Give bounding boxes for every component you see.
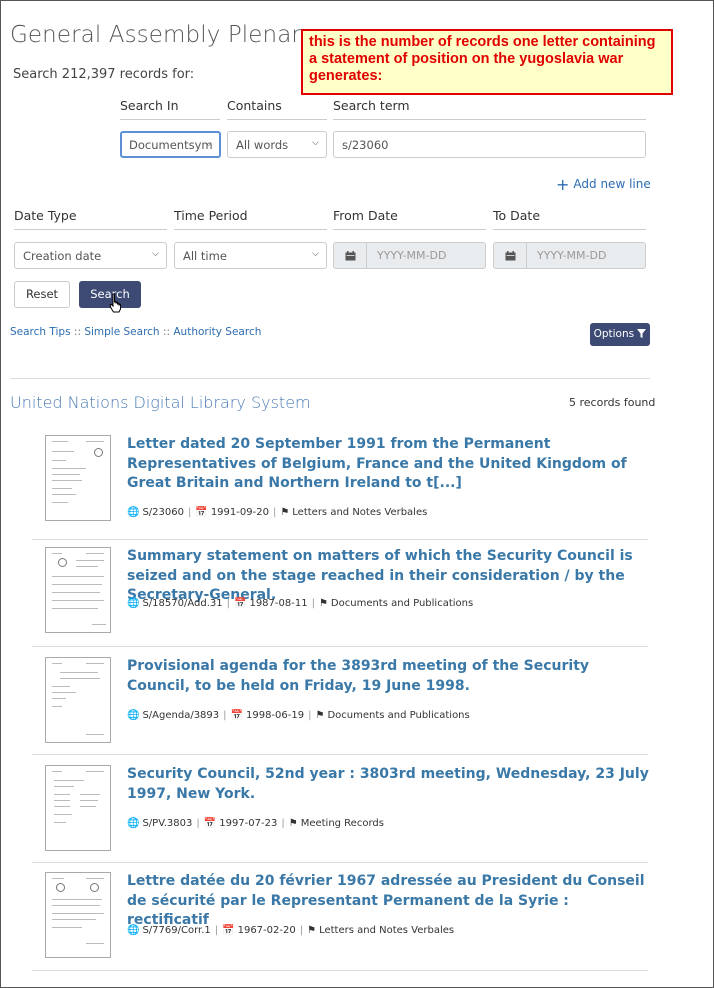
record-symbol: S/18570/Add.31 <box>142 598 223 609</box>
add-new-line-label: Add new line <box>573 177 651 191</box>
tag-icon: ⚑ <box>307 925 317 936</box>
date-type-value: Creation date <box>23 249 102 263</box>
record-title-link[interactable]: Provisional agenda for the 3893rd meetin… <box>127 657 652 696</box>
globe-icon: 🌐 <box>127 925 140 936</box>
record-meta: 🌐 S/23060 | 📅 1991-09-20 | ⚑ Letters and Notes … <box>127 507 428 518</box>
calendar-icon: 📅 <box>222 925 235 936</box>
plus-icon: + <box>556 175 570 194</box>
record-meta: 🌐 S/PV.3803 | 📅 1997-07-23 | ⚑ Meeting Records <box>127 818 384 829</box>
search-term-label: Search term <box>333 98 646 120</box>
search-tips-link[interactable]: Search Tips <box>10 326 71 338</box>
record-date: 1997-07-23 <box>219 818 278 829</box>
globe-icon: 🌐 <box>127 818 140 829</box>
link-separator: :: <box>73 326 81 338</box>
record-type: Documents and Publications <box>327 710 470 721</box>
record-title-link[interactable]: Letter dated 20 September 1991 from the … <box>127 435 652 494</box>
time-period-value: All time <box>183 249 227 263</box>
records-found-count: 5 records found <box>569 396 656 409</box>
search-in-select[interactable]: Documentsym ⌵ <box>120 131 221 158</box>
globe-icon: 🌐 <box>127 507 140 518</box>
time-period-label: Time Period <box>174 208 327 230</box>
record-type: Letters and Notes Verbales <box>319 925 455 936</box>
record-type: Letters and Notes Verbales <box>292 507 428 518</box>
search-links: Search Tips :: Simple Search :: Authorit… <box>10 326 261 338</box>
result-record: Lettre datée du 20 février 1967 adressée… <box>32 872 648 971</box>
search-in-label: Search In <box>120 98 220 120</box>
record-title-link[interactable]: Lettre datée du 20 février 1967 adressée… <box>127 872 652 931</box>
add-new-line-link[interactable]: + Add new line <box>556 175 651 194</box>
record-symbol: S/Agenda/3893 <box>142 710 220 721</box>
options-button[interactable]: Options <box>590 323 650 346</box>
result-record: Letter dated 20 September 1991 from the … <box>32 435 648 540</box>
calendar-icon <box>494 243 527 268</box>
calendar-icon: 📅 <box>230 710 243 721</box>
record-date: 1998-06-19 <box>245 710 305 721</box>
tag-icon: ⚑ <box>318 598 328 609</box>
date-type-select[interactable]: Creation date ⌵ <box>14 242 167 269</box>
document-thumbnail[interactable] <box>45 657 111 743</box>
page-title: General Assembly Plenary <box>10 22 315 48</box>
result-record: Provisional agenda for the 3893rd meetin… <box>32 657 648 755</box>
globe-icon: 🌐 <box>127 710 140 721</box>
date-type-label: Date Type <box>14 208 167 230</box>
divider <box>10 378 650 379</box>
contains-label: Contains <box>227 98 327 120</box>
calendar-icon <box>334 243 367 268</box>
reset-button[interactable]: Reset <box>14 281 70 308</box>
from-date-placeholder: YYYY-MM-DD <box>377 249 447 262</box>
record-type: Documents and Publications <box>330 598 474 609</box>
from-date-input[interactable]: YYYY-MM-DD <box>333 242 486 269</box>
tag-icon: ⚑ <box>288 818 298 829</box>
record-symbol: S/7769/Corr.1 <box>142 925 211 936</box>
to-date-input[interactable]: YYYY-MM-DD <box>493 242 646 269</box>
to-date-placeholder: YYYY-MM-DD <box>537 249 607 262</box>
record-title-link[interactable]: Summary statement on matters of which th… <box>127 547 652 606</box>
chevron-down-icon: ⌵ <box>152 249 159 259</box>
result-record: Security Council, 52nd year : 3803rd mee… <box>32 765 649 863</box>
record-date: 1967-02-20 <box>237 925 296 936</box>
record-meta: 🌐 S/7769/Corr.1 | 📅 1967-02-20 | ⚑ Letters and … <box>127 925 455 936</box>
result-record: Summary statement on matters of which th… <box>32 547 648 647</box>
authority-search-link[interactable]: Authority Search <box>173 326 261 338</box>
document-thumbnail[interactable] <box>45 547 111 633</box>
search-in-value: Documentsym <box>129 138 213 152</box>
results-section-title: United Nations Digital Library System <box>10 393 311 412</box>
record-date: 1991-09-20 <box>210 507 269 518</box>
record-symbol: S/PV.3803 <box>142 818 193 829</box>
record-meta: 🌐 S/18570/Add.31 | 📅 1987-08-11 | ⚑ Documents a… <box>127 598 474 609</box>
search-term-input[interactable]: s/23060 <box>333 131 646 158</box>
contains-value: All words <box>236 138 289 152</box>
record-date: 1987-08-11 <box>249 598 308 609</box>
tag-icon: ⚑ <box>280 507 290 518</box>
calendar-icon: 📅 <box>203 818 217 829</box>
document-thumbnail[interactable] <box>45 435 111 521</box>
from-date-label: From Date <box>333 208 486 230</box>
record-count-subtitle: Search 212,397 records for: <box>13 67 195 82</box>
globe-icon: 🌐 <box>127 598 140 609</box>
time-period-select[interactable]: All time ⌵ <box>174 242 327 269</box>
simple-search-link[interactable]: Simple Search <box>84 326 159 338</box>
tag-icon: ⚑ <box>315 710 325 721</box>
document-thumbnail[interactable] <box>45 872 111 958</box>
chevron-down-icon: ⌵ <box>205 139 212 149</box>
hand-cursor-icon <box>109 293 121 313</box>
options-label: Options <box>593 328 635 340</box>
search-term-value: s/23060 <box>342 138 389 152</box>
calendar-icon: 📅 <box>234 598 247 609</box>
record-type: Meeting Records <box>300 818 384 829</box>
filter-icon <box>637 329 647 338</box>
record-title-link[interactable]: Security Council, 52nd year : 3803rd mee… <box>127 765 652 804</box>
document-thumbnail[interactable] <box>45 765 111 851</box>
record-meta: 🌐 S/Agenda/3893 | 📅 1998-06-19 | ⚑ Documents an… <box>127 710 470 721</box>
contains-select[interactable]: All words ⌵ <box>227 131 327 158</box>
chevron-down-icon: ⌵ <box>312 249 319 259</box>
annotation-callout: this is the number of records one letter… <box>301 29 673 95</box>
calendar-icon: 📅 <box>195 507 208 518</box>
to-date-label: To Date <box>493 208 646 230</box>
record-symbol: S/23060 <box>142 507 184 518</box>
chevron-down-icon: ⌵ <box>312 138 319 148</box>
link-separator: :: <box>162 326 171 338</box>
